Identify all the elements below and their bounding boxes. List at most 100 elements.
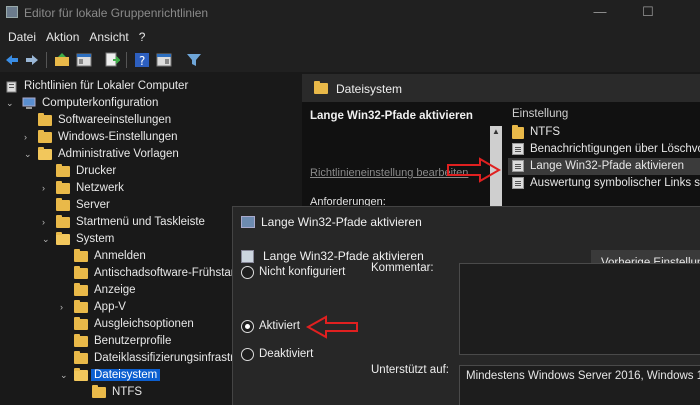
dialog-subtitle: Lange Win32-Pfade aktivieren [241,249,424,263]
scroll-up-icon[interactable]: ▲ [491,127,501,136]
edit-policy-link[interactable]: Richtlinieneinstellung bearbeiten [310,167,468,179]
folder-icon [56,198,70,211]
radio-label: Deaktiviert [259,348,314,360]
tree-label: Anzeige [94,284,136,296]
radio-circle[interactable] [241,348,254,361]
back-arrow-icon[interactable] [4,52,20,68]
tree-label: Windows-Einstellungen [58,131,178,143]
comment-label: Kommentar: [371,262,434,274]
tree-label: Antischadsoftware-Frühstar [94,267,235,279]
folder-open-icon [56,232,70,245]
menu-datei[interactable]: Datei [4,26,42,48]
folder-icon [56,164,70,177]
chevron-right-icon[interactable]: › [42,217,52,227]
details-pane: Dateisystem Lange Win32-Pfade aktivieren… [302,74,700,234]
svg-text:?: ? [139,54,145,68]
toolbar-separator [126,52,127,68]
tree-label: Startmenü und Taskleiste [76,216,205,228]
forward-arrow-icon[interactable] [24,52,40,68]
tree-label: Ausgleichsoptionen [94,318,194,330]
list-item-selected[interactable]: Lange Win32-Pfade aktivieren [508,158,700,175]
policy-setting-icon [512,143,524,155]
details-header: Dateisystem [302,74,700,102]
tree-item-netzwerk[interactable]: › Netzwerk [4,181,294,198]
folder-icon [56,215,70,228]
window-icon [241,216,255,228]
folder-open-icon [38,147,52,160]
supported-on-label: Unterstützt auf: [371,364,449,376]
chevron-right-icon[interactable]: › [24,132,34,142]
policy-setting-icon [512,160,524,172]
dialog-title: Lange Win32-Pfade aktivieren [241,215,422,229]
settings-list: Einstellung NTFS Benachrichtigungen über… [504,102,700,214]
chevron-down-icon[interactable]: ⌄ [6,98,16,109]
chevron-down-icon[interactable]: ⌄ [42,234,52,245]
tree-item-drucker[interactable]: Drucker [4,164,294,181]
folder-icon [38,113,52,126]
annotation-arrow-icon [447,157,501,183]
chevron-right-icon[interactable]: › [42,183,52,193]
tree-item-computerkonfiguration[interactable]: ⌄ Computerkonfiguration [4,96,294,113]
annotation-arrow-icon [306,315,358,339]
tree-label: Drucker [76,165,117,177]
console-tree-icon[interactable] [76,52,92,68]
tree-label: Dateisystem [91,369,161,381]
folder-open-icon [74,368,88,381]
list-item-label: NTFS [530,126,561,138]
window-title: Editor für lokale Gruppenrichtlinien [24,6,209,20]
tree-item-administrative-vorlagen[interactable]: ⌄ Administrative Vorlagen [4,147,294,164]
tree-root[interactable]: Richtlinien für Lokaler Computer [4,79,294,96]
list-item-label: Lange Win32-Pfade aktivieren [530,160,685,172]
menu-help[interactable]: ? [135,26,152,48]
tree-label: Richtlinien für Lokaler Computer [24,80,189,92]
title-bar: Editor für lokale Gruppenrichtlinien — ☐ [0,0,700,26]
supported-on-value: Mindestens Windows Server 2016, Windows … [466,370,700,382]
help-icon[interactable]: ? [134,52,150,68]
app-icon [6,6,18,18]
folder-icon [74,283,88,296]
folder-icon [56,181,70,194]
menu-ansicht[interactable]: Ansicht [85,26,134,48]
folder-icon [74,300,88,313]
dialog-subtitle-text: Lange Win32-Pfade aktivieren [263,249,424,263]
tree-item-softwareeinstellungen[interactable]: Softwareeinstellungen [4,113,294,130]
policy-setting-icon [241,250,254,263]
list-item[interactable]: Auswertung symbolischer Links sele [508,175,700,192]
radio-circle[interactable] [241,320,254,333]
supported-on-field: Mindestens Windows Server 2016, Windows … [459,365,700,405]
tree-label: Dateiklassifizierungsinfrastr [94,352,234,364]
computer-icon [22,97,36,109]
tree-label: Benutzerprofile [94,335,172,347]
filter-icon[interactable] [186,52,202,68]
maximize-button[interactable]: ☐ [628,2,668,22]
tree-label: System [76,233,115,245]
properties-icon[interactable] [156,52,172,68]
folder-icon [38,130,52,143]
minimize-button[interactable]: — [580,2,620,22]
folder-icon [92,385,106,398]
folder-icon [74,351,88,364]
tree-label: Administrative Vorlagen [58,148,179,160]
radio-circle[interactable] [241,266,254,279]
policy-dialog: Lange Win32-Pfade aktivieren Lange Win32… [232,206,700,405]
chevron-right-icon[interactable]: › [60,302,70,312]
list-item[interactable]: NTFS [508,124,700,141]
comment-textarea[interactable] [459,263,700,355]
folder-icon [314,81,328,94]
list-item[interactable]: Benachrichtigungen über Löschvorg [508,141,700,158]
folder-icon [74,334,88,347]
tree-item-windows-einstellungen[interactable]: › Windows-Einstellungen [4,130,294,147]
chevron-down-icon[interactable]: ⌄ [24,149,34,160]
tree-label: NTFS [112,386,143,398]
radio-label: Nicht konfiguriert [259,266,346,278]
description-title: Lange Win32-Pfade aktivieren [310,110,473,122]
export-icon[interactable] [104,52,120,68]
chevron-down-icon[interactable]: ⌄ [60,370,70,381]
policy-setting-icon [512,177,524,189]
details-header-title: Dateisystem [336,82,403,96]
folder-icon [74,249,88,262]
menu-aktion[interactable]: Aktion [42,26,85,48]
folder-icon [74,317,88,330]
column-header-einstellung[interactable]: Einstellung [512,108,568,120]
folder-up-icon[interactable] [54,52,70,68]
